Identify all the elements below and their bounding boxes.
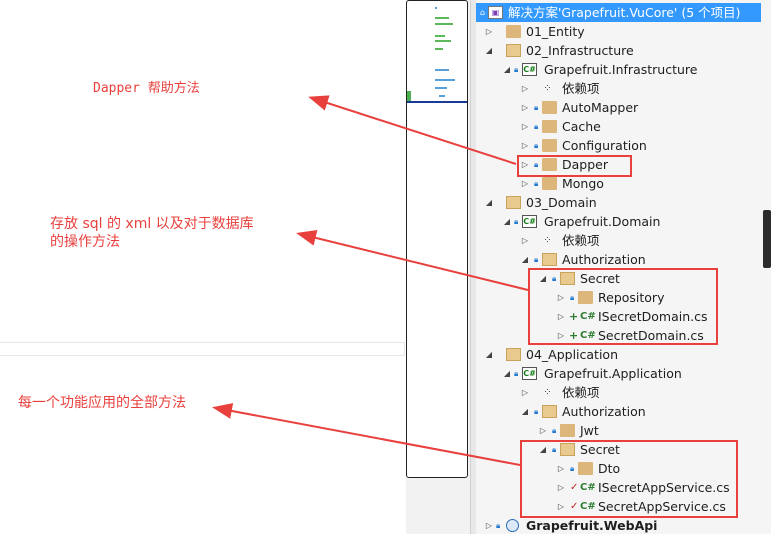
annotation-sql-line1: 存放 sql 的 xml 以及对于数据库 xyxy=(50,216,254,232)
collapse-icon[interactable]: ◢ xyxy=(520,250,530,269)
highlight-box-dapper xyxy=(517,155,632,177)
minimap-line xyxy=(439,95,445,97)
csharp-project-icon: C# xyxy=(522,367,537,380)
folder-open-icon xyxy=(506,348,521,361)
expand-icon[interactable]: ▷ xyxy=(484,516,494,535)
folder-open-icon xyxy=(506,44,521,57)
folder-icon xyxy=(542,177,557,190)
tree-item-grapefruit-webapi[interactable]: ▷ 🔒︎ Grapefruit.WebApi xyxy=(476,516,761,535)
tree-item-03-domain[interactable]: ◢ 03_Domain xyxy=(476,193,761,212)
solution-icon: ▣ xyxy=(488,6,503,19)
minimap-line xyxy=(435,7,437,9)
lock-icon: 🔒︎ xyxy=(534,122,539,131)
collapse-icon[interactable]: ◢ xyxy=(502,60,512,79)
tree-item-grapefruit-application[interactable]: ◢ 🔒︎ C# Grapefruit.Application xyxy=(476,364,761,383)
minimap-line xyxy=(435,17,449,19)
lock-icon: 🔒︎ xyxy=(534,141,539,150)
annotation-app: 每一个功能应用的全部方法 xyxy=(18,395,186,411)
collapse-icon[interactable]: ◢ xyxy=(502,212,512,231)
highlight-box-application-secret xyxy=(520,440,738,518)
expand-icon[interactable]: ▷ xyxy=(520,231,530,250)
minimap-line xyxy=(435,87,447,89)
lock-icon: 🔒︎ xyxy=(496,521,501,530)
minimap-line xyxy=(435,35,445,37)
lock-icon: 🔒︎ xyxy=(534,255,539,264)
tree-item-cache[interactable]: ▷ 🔒︎ Cache xyxy=(476,117,761,136)
expand-icon[interactable]: ▷ xyxy=(520,383,530,402)
dependencies-icon: ⁘ xyxy=(543,235,552,246)
expand-icon[interactable]: ▷ xyxy=(520,79,530,98)
tree-item-grapefruit-domain[interactable]: ◢ 🔒︎ C# Grapefruit.Domain xyxy=(476,212,761,231)
tree-item-jwt[interactable]: ▷ 🔒︎ Jwt xyxy=(476,421,761,440)
dependencies-icon: ⁘ xyxy=(543,83,552,94)
minimap-line xyxy=(435,69,449,71)
collapse-icon[interactable]: ◢ xyxy=(484,41,494,60)
dependencies-icon: ⁘ xyxy=(543,387,552,398)
minimap-change-marker xyxy=(407,91,411,101)
lock-icon: 🔒︎ xyxy=(534,407,539,416)
tree-item-configuration[interactable]: ▷ 🔒︎ Configuration xyxy=(476,136,761,155)
minimap-line xyxy=(435,40,451,42)
code-editor[interactable] xyxy=(0,0,406,534)
editor-find-bar xyxy=(0,342,405,356)
expand-icon[interactable]: ▷ xyxy=(520,98,530,117)
tree-item-dependencies[interactable]: ▷ ⁘ 依赖项 xyxy=(476,79,761,98)
folder-open-icon xyxy=(542,405,557,418)
tree-item-04-application[interactable]: ◢ 04_Application xyxy=(476,345,761,364)
csharp-project-icon: C# xyxy=(522,63,537,76)
folder-icon xyxy=(542,139,557,152)
lock-icon: 🔒︎ xyxy=(534,103,539,112)
lock-icon: 🔒︎ xyxy=(552,426,557,435)
minimap-viewport-marker xyxy=(407,101,467,103)
tree-item-grapefruit-infrastructure[interactable]: ◢ 🔒︎ C# Grapefruit.Infrastructure xyxy=(476,60,761,79)
solution-title: 解决方案'Grapefruit.VuCore' (5 个项目) xyxy=(508,5,741,20)
folder-open-icon xyxy=(506,196,521,209)
tree-item-02-infrastructure[interactable]: ◢ 02_Infrastructure xyxy=(476,41,761,60)
tree-item-01-entity[interactable]: ▷ 01_Entity xyxy=(476,22,761,41)
folder-open-icon xyxy=(542,253,557,266)
expand-icon[interactable]: ▷ xyxy=(538,421,548,440)
annotation-dapper: Dapper 帮助方法 xyxy=(93,81,200,96)
folder-icon xyxy=(542,120,557,133)
collapse-icon[interactable]: ◢ xyxy=(484,193,494,212)
expand-icon[interactable]: ▷ xyxy=(520,136,530,155)
solution-root[interactable]: ⌂ ▣ 解决方案'Grapefruit.VuCore' (5 个项目) xyxy=(476,3,761,22)
tree-item-authorization[interactable]: ◢ 🔒︎ Authorization xyxy=(476,250,761,269)
collapse-icon[interactable]: ◢ xyxy=(520,402,530,421)
lock-icon: 🔒︎ xyxy=(514,217,519,226)
folder-icon xyxy=(506,25,521,38)
minimap-line xyxy=(435,23,453,25)
expand-icon[interactable]: ▷ xyxy=(520,117,530,136)
lock-icon: 🔒︎ xyxy=(514,65,519,74)
tree-item-authorization[interactable]: ◢ 🔒︎ Authorization xyxy=(476,402,761,421)
web-project-icon xyxy=(506,519,519,532)
annotation-sql-line2: 的操作方法 xyxy=(50,234,120,250)
annotation-sql: 存放 sql 的 xml 以及对于数据库 的操作方法 xyxy=(50,215,254,251)
csharp-project-icon: C# xyxy=(522,215,537,228)
minimap-line xyxy=(435,48,443,50)
folder-icon xyxy=(560,424,575,437)
tree-item-dependencies[interactable]: ▷ ⁘ 依赖项 xyxy=(476,231,761,250)
code-minimap[interactable] xyxy=(406,0,468,478)
lock-icon: 🔒︎ xyxy=(514,369,519,378)
collapse-icon[interactable]: ◢ xyxy=(502,364,512,383)
collapse-icon[interactable]: ◢ xyxy=(484,345,494,364)
tree-item-dependencies[interactable]: ▷ ⁘ 依赖项 xyxy=(476,383,761,402)
highlight-box-domain-secret xyxy=(528,268,718,345)
expand-icon[interactable]: ▷ xyxy=(484,22,494,41)
minimap-line xyxy=(435,79,455,81)
scrollbar-thumb[interactable] xyxy=(763,210,771,268)
folder-icon xyxy=(542,101,557,114)
tree-item-automapper[interactable]: ▷ 🔒︎ AutoMapper xyxy=(476,98,761,117)
